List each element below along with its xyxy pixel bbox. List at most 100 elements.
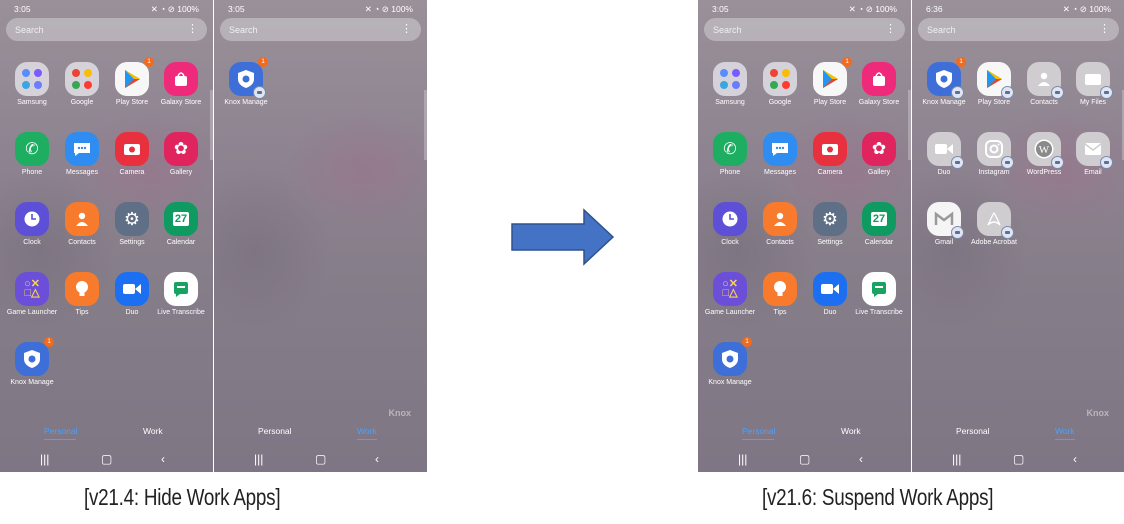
contacts-icon [65, 202, 99, 236]
app-gallery[interactable]: ✿ Gallery [853, 132, 905, 177]
recent-apps-icon[interactable]: ||| [952, 452, 961, 466]
tab-personal[interactable]: Personal [742, 426, 776, 436]
search-input[interactable] [713, 22, 863, 37]
app-clock[interactable]: Clock [704, 202, 756, 247]
app-galaxy-store[interactable]: Galaxy Store [155, 62, 207, 107]
search-bar[interactable]: ⋮ [6, 18, 207, 41]
app-label: Messages [764, 169, 796, 176]
app-calendar[interactable]: 27 Calendar [155, 202, 207, 247]
back-icon[interactable]: ‹ [859, 452, 863, 466]
video-camera-icon [115, 272, 149, 306]
live-transcribe-icon [164, 272, 198, 306]
app-camera[interactable]: Camera [106, 132, 158, 177]
app-phone[interactable]: ✆ Phone [6, 132, 58, 177]
app-knox-manage[interactable]: 1 Knox Manage [918, 57, 970, 107]
tab-personal[interactable]: Personal [258, 426, 292, 436]
search-input[interactable] [15, 22, 165, 37]
app-adobe-acrobat-suspended[interactable]: Adobe Acrobat [968, 202, 1020, 247]
search-input[interactable] [229, 22, 379, 37]
app-messages[interactable]: Messages [56, 132, 108, 177]
recent-apps-icon[interactable]: ||| [738, 452, 747, 466]
app-play-store[interactable]: Play Store [968, 62, 1020, 107]
game-launcher-icon: ○✕ □△ [713, 272, 747, 306]
play-store-icon: 1 [813, 57, 852, 96]
app-tips[interactable]: Tips [56, 272, 108, 317]
app-samsung[interactable]: Samsung [704, 62, 756, 107]
tab-personal[interactable]: Personal [44, 426, 78, 436]
scroll-handle[interactable] [908, 90, 911, 160]
shield-icon: 1 [229, 57, 268, 99]
work-briefcase-icon [1051, 86, 1064, 99]
app-play-store[interactable]: 1 Play Store [804, 57, 856, 107]
tab-work[interactable]: Work [1055, 426, 1075, 436]
recent-apps-icon[interactable]: ||| [254, 452, 263, 466]
app-messages[interactable]: Messages [754, 132, 806, 177]
scroll-handle[interactable] [210, 90, 213, 160]
app-galaxy-store[interactable]: Galaxy Store [853, 62, 905, 107]
home-icon[interactable]: ▢ [799, 452, 810, 466]
app-clock[interactable]: Clock [6, 202, 58, 247]
app-contacts[interactable]: Contacts [754, 202, 806, 247]
app-duo[interactable]: Duo [804, 272, 856, 317]
more-options-icon[interactable]: ⋮ [885, 21, 896, 37]
tab-personal[interactable]: Personal [956, 426, 990, 436]
app-drawer-tabs: Personal Work [214, 426, 427, 440]
search-input[interactable] [927, 22, 1077, 37]
app-knox-manage[interactable]: 1 Knox Manage [6, 337, 58, 387]
recent-apps-icon[interactable]: ||| [40, 452, 49, 466]
app-contacts-suspended[interactable]: Contacts [1018, 62, 1070, 107]
app-instagram-suspended[interactable]: Instagram [968, 132, 1020, 177]
app-google[interactable]: Google [754, 62, 806, 107]
contacts-icon [763, 202, 797, 236]
phone-screen-1-personal: 3:05 ✕ ◔ ⊘ 100% ⋮ Samsung Google 1 Play … [0, 0, 213, 472]
app-settings[interactable]: ⚙ Settings [804, 202, 856, 247]
app-contacts[interactable]: Contacts [56, 202, 108, 247]
app-my-files-suspended[interactable]: My Files [1067, 62, 1119, 107]
app-email-suspended[interactable]: Email [1067, 132, 1119, 177]
app-game-launcher[interactable]: ○✕ □△ Game Launcher [704, 272, 756, 317]
app-label: Game Launcher [704, 309, 756, 316]
app-live-transcribe[interactable]: Live Transcribe [155, 272, 207, 317]
app-calendar[interactable]: 27 Calendar [853, 202, 905, 247]
caption-right: [v21.6: Suspend Work Apps] [762, 484, 994, 510]
more-options-icon[interactable]: ⋮ [187, 21, 198, 37]
app-label: Play Store [977, 99, 1011, 106]
home-icon[interactable]: ▢ [315, 452, 326, 466]
scroll-handle[interactable] [424, 90, 427, 160]
home-icon[interactable]: ▢ [1013, 452, 1024, 466]
app-samsung[interactable]: Samsung [6, 62, 58, 107]
status-icons: ✕ ◔ ⊘ [150, 4, 178, 14]
app-duo[interactable]: Duo [106, 272, 158, 317]
app-knox-manage[interactable]: 1 Knox Manage [220, 57, 272, 107]
app-gallery[interactable]: ✿ Gallery [155, 132, 207, 177]
live-transcribe-icon [862, 272, 896, 306]
home-icon[interactable]: ▢ [101, 452, 112, 466]
app-label: Settings [817, 239, 843, 246]
back-icon[interactable]: ‹ [1073, 452, 1077, 466]
play-store-icon [977, 62, 1014, 99]
app-live-transcribe[interactable]: Live Transcribe [853, 272, 905, 317]
more-options-icon[interactable]: ⋮ [1099, 21, 1110, 37]
app-camera[interactable]: Camera [804, 132, 856, 177]
app-label: Calendar [864, 239, 894, 246]
back-icon[interactable]: ‹ [375, 452, 379, 466]
search-bar[interactable]: ⋮ [220, 18, 421, 41]
app-wordpress-suspended[interactable]: W WordPress [1018, 132, 1070, 177]
app-settings[interactable]: ⚙ Settings [106, 202, 158, 247]
search-bar[interactable]: ⋮ [918, 18, 1119, 41]
app-phone[interactable]: ✆ Phone [704, 132, 756, 177]
svg-text:W: W [1039, 144, 1050, 156]
back-icon[interactable]: ‹ [161, 452, 165, 466]
app-play-store[interactable]: 1 Play Store [106, 57, 158, 107]
app-google[interactable]: Google [56, 62, 108, 107]
app-gmail-suspended[interactable]: Gmail [918, 202, 970, 247]
search-bar[interactable]: ⋮ [704, 18, 905, 41]
tab-work[interactable]: Work [841, 426, 861, 436]
tab-work[interactable]: Work [143, 426, 163, 436]
more-options-icon[interactable]: ⋮ [401, 21, 412, 37]
app-game-launcher[interactable]: ○✕ □△ Game Launcher [6, 272, 58, 317]
app-tips[interactable]: Tips [754, 272, 806, 317]
app-duo-suspended[interactable]: Duo [918, 132, 970, 177]
tab-work[interactable]: Work [357, 426, 377, 436]
app-knox-manage[interactable]: 1 Knox Manage [704, 337, 756, 387]
